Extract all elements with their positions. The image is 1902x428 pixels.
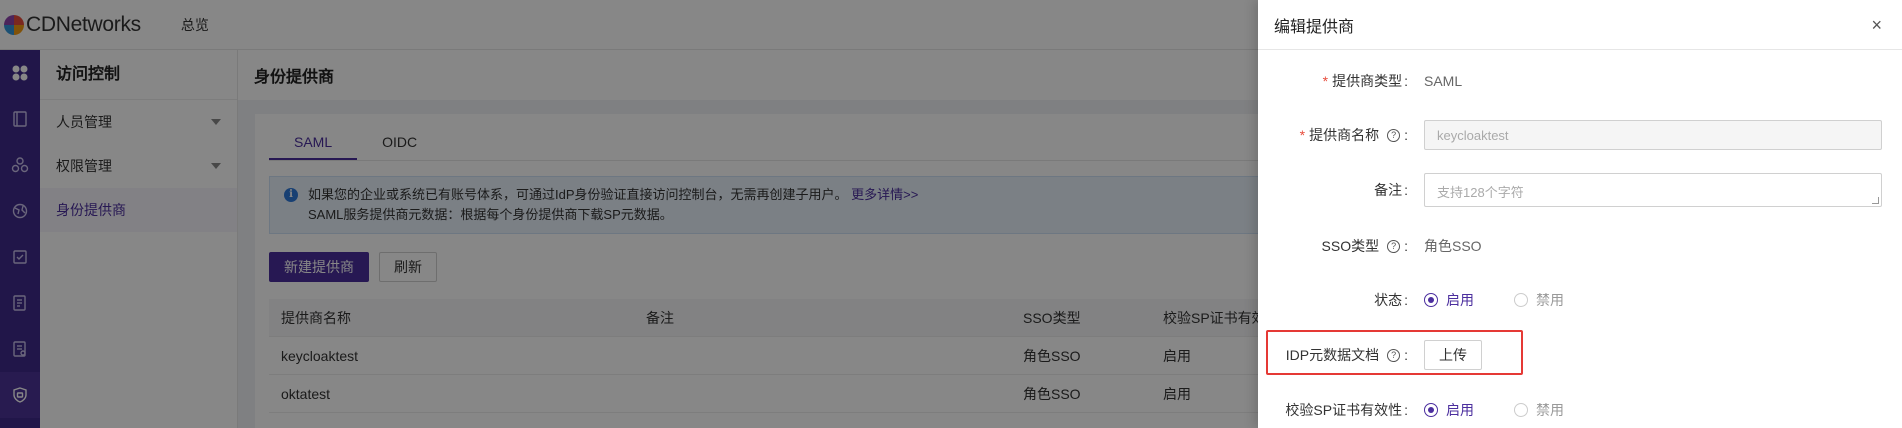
provider-type-value: SAML	[1424, 73, 1463, 89]
drawer-header: 编辑提供商 ×	[1258, 0, 1902, 50]
status-disabled-radio[interactable]: 禁用	[1514, 290, 1564, 310]
field-label: 提供商名称	[1309, 127, 1380, 143]
field-verify-sp-cert: 校验SP证书有效性: 启用 禁用	[1258, 390, 1902, 428]
required-mark: *	[1322, 73, 1329, 89]
status-radio-group: 启用 禁用	[1424, 290, 1604, 310]
status-enabled-radio[interactable]: 启用	[1424, 290, 1474, 310]
remark-textarea[interactable]: 支持128个字符	[1424, 173, 1882, 207]
provider-name-input[interactable]: keycloaktest	[1424, 120, 1882, 150]
field-label: 备注	[1374, 182, 1403, 198]
field-provider-type: * 提供商类型: SAML	[1322, 73, 1463, 89]
remark-placeholder: 支持128个字符	[1437, 185, 1524, 200]
verify-radio-group: 启用 禁用	[1424, 400, 1604, 420]
field-status: 状态: 启用 禁用	[1258, 280, 1902, 320]
field-label: SSO类型	[1321, 238, 1380, 254]
resize-handle-icon[interactable]	[1872, 197, 1879, 204]
field-label: 提供商类型	[1332, 73, 1403, 89]
highlight-box	[1266, 330, 1523, 375]
verify-enabled-radio[interactable]: 启用	[1424, 400, 1474, 420]
verify-disabled-radio[interactable]: 禁用	[1514, 400, 1564, 420]
radio-checked-icon	[1424, 293, 1438, 307]
field-label: 状态	[1374, 292, 1403, 308]
field-label: 校验SP证书有效性	[1285, 402, 1403, 418]
required-mark: *	[1299, 127, 1306, 143]
field-sso-type: SSO类型?: 角色SSO	[1321, 238, 1482, 254]
help-icon[interactable]: ?	[1387, 128, 1401, 142]
close-icon[interactable]: ×	[1871, 16, 1882, 34]
help-icon[interactable]: ?	[1387, 239, 1401, 253]
field-remark: 备注: 支持128个字符	[1258, 170, 1902, 210]
radio-unchecked-icon	[1514, 403, 1528, 417]
drawer-title: 编辑提供商	[1274, 18, 1355, 36]
radio-checked-icon	[1424, 403, 1438, 417]
modal-mask[interactable]	[0, 0, 1258, 428]
radio-unchecked-icon	[1514, 293, 1528, 307]
field-provider-name: * 提供商名称?: keycloaktest	[1258, 115, 1902, 155]
sso-type-value: 角色SSO	[1424, 238, 1482, 254]
